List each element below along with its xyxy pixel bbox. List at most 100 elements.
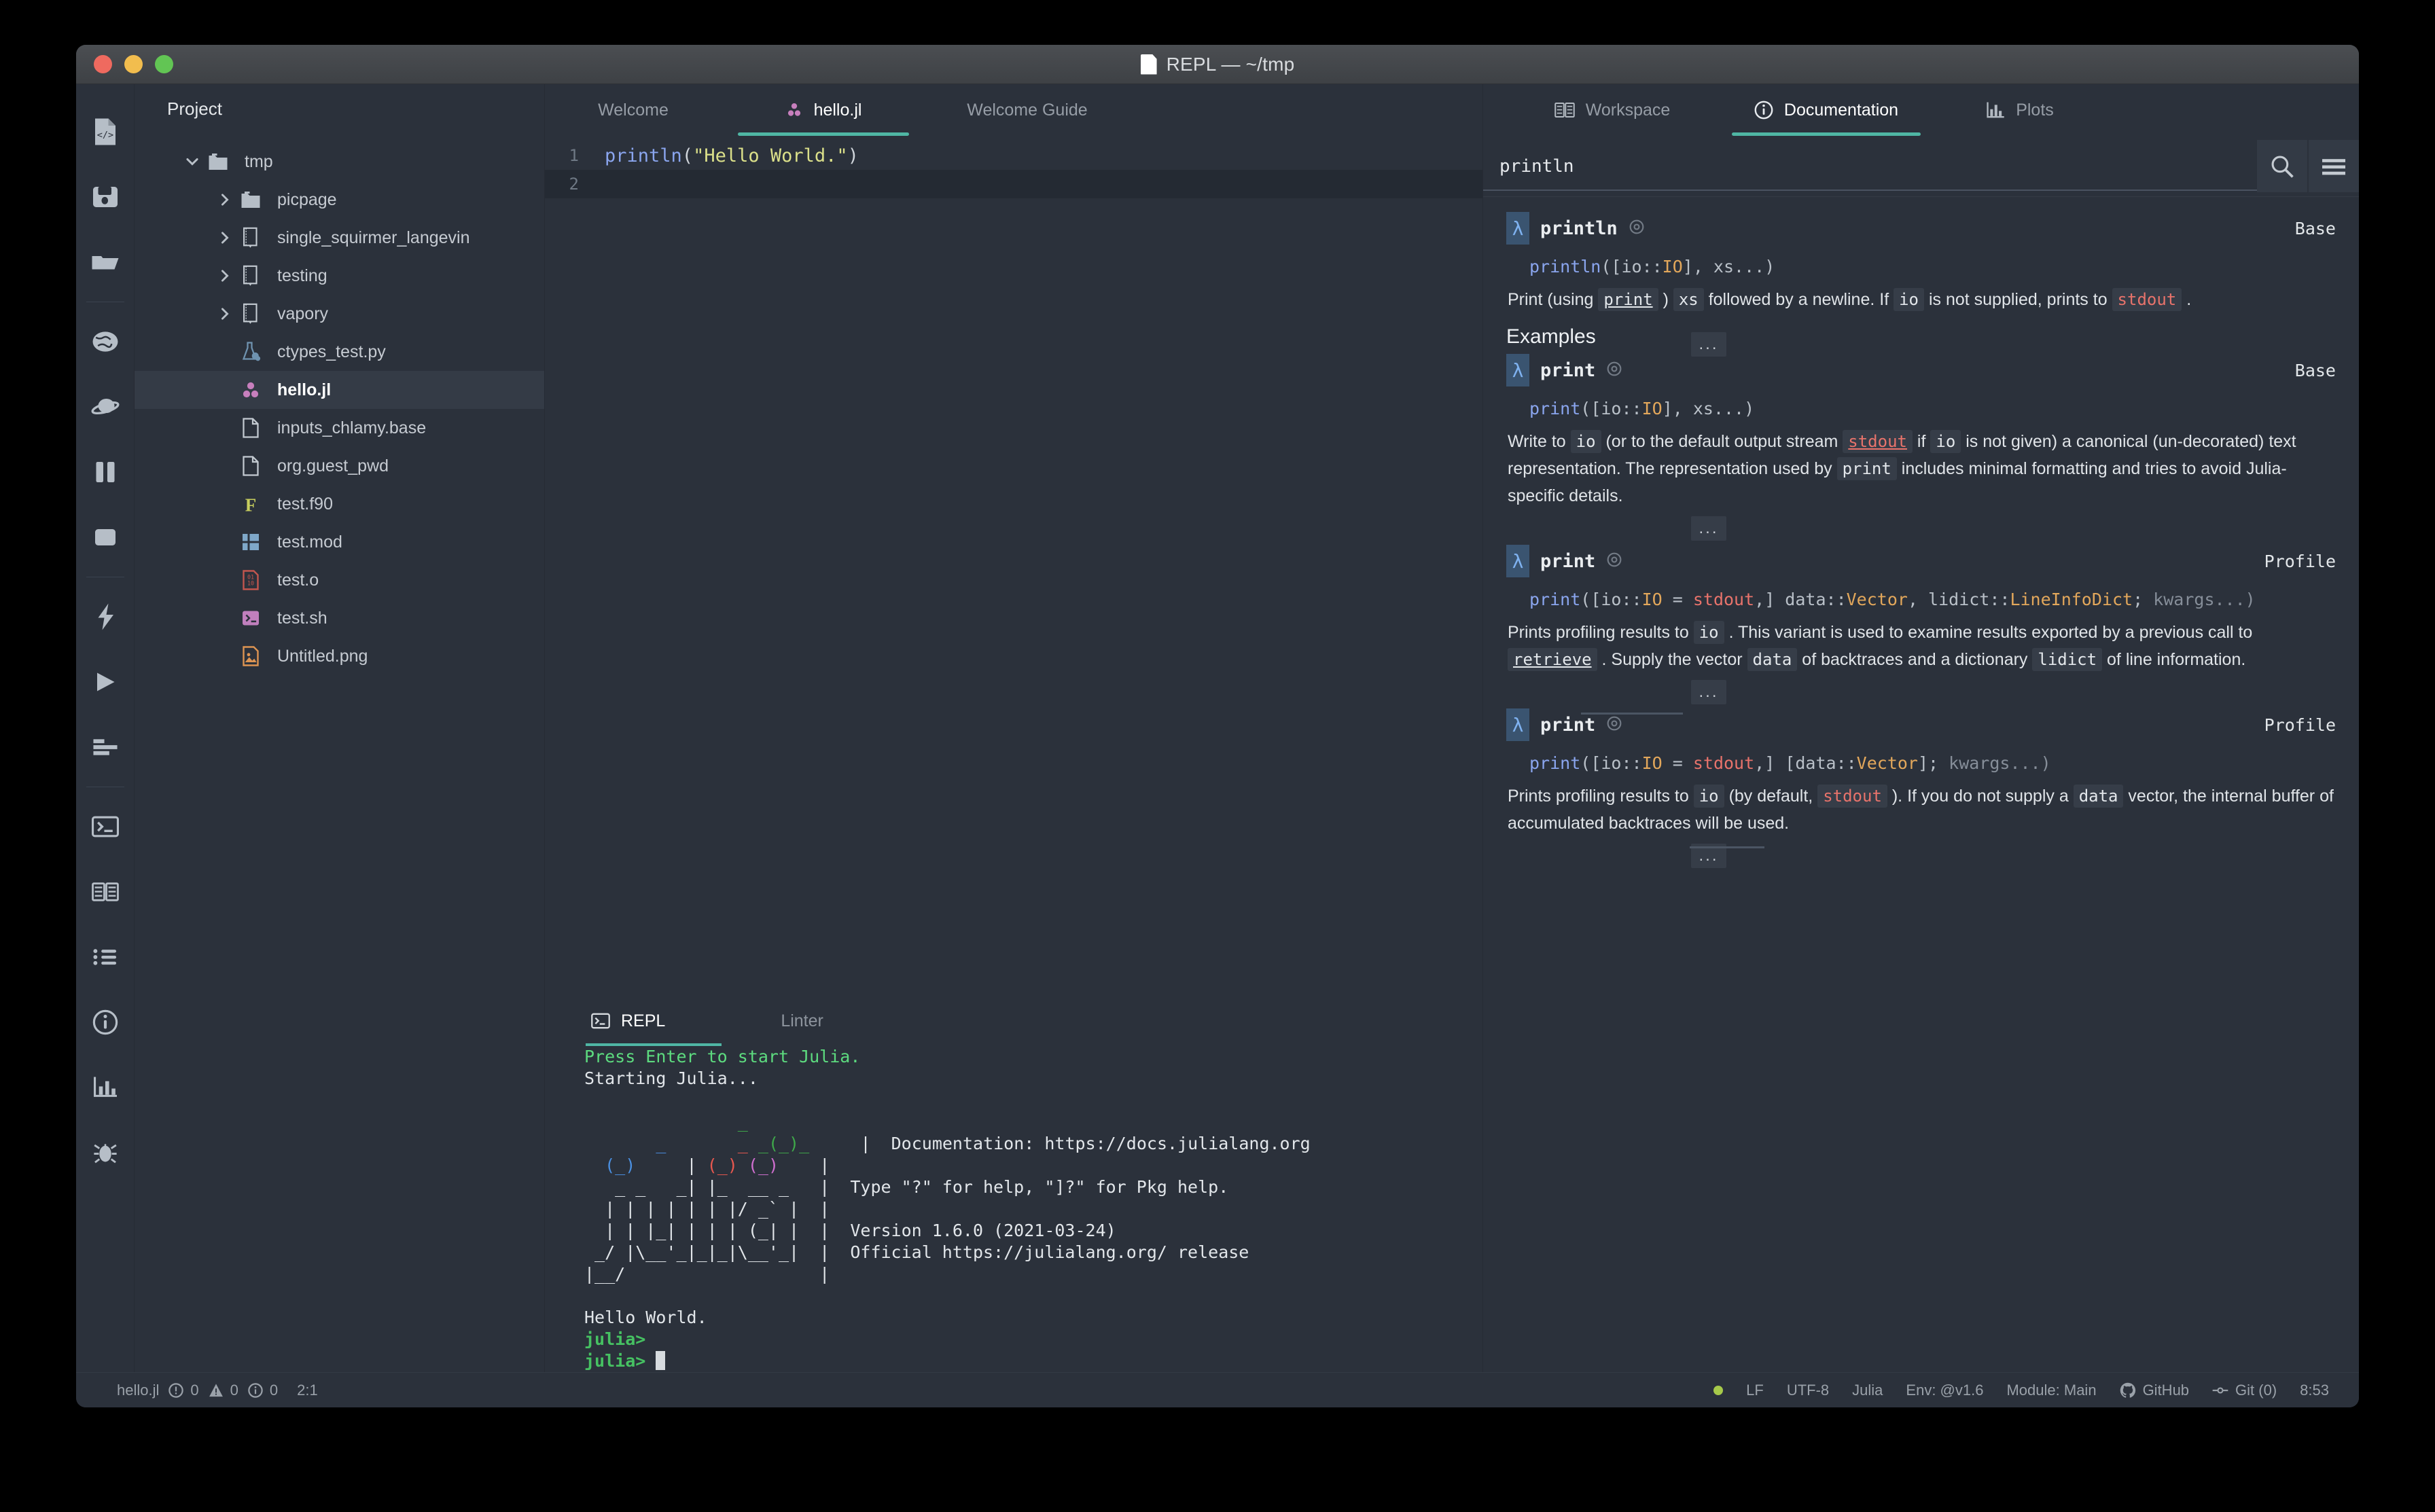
- status-line-ending[interactable]: LF: [1746, 1382, 1764, 1399]
- bug-icon[interactable]: [76, 1120, 135, 1185]
- repl-tab-label: Linter: [781, 1011, 823, 1031]
- tree-item-label: single_squirmer_langevin: [277, 228, 470, 248]
- tree-item-hello-jl[interactable]: hello.jl: [135, 371, 544, 409]
- doc-tab-workspace[interactable]: Workspace: [1510, 84, 1714, 136]
- tree-item-picpage[interactable]: picpage: [135, 181, 544, 219]
- doc-entry-signature: println([io::IO], xs...): [1506, 247, 2336, 286]
- globe-icon[interactable]: [76, 309, 135, 374]
- terminal-icon[interactable]: [76, 794, 135, 859]
- repl-output[interactable]: Press Enter to start Julia. Starting Jul…: [584, 1046, 1482, 1372]
- doc-permalink-icon[interactable]: [1606, 361, 1622, 380]
- doc-permalink-icon[interactable]: [1606, 715, 1622, 735]
- code-line: 2: [545, 170, 1482, 198]
- doc-permalink-icon[interactable]: [1629, 219, 1645, 238]
- folder-icon: [202, 150, 234, 173]
- tree-item-ctypes-test-py[interactable]: ctypes_test.py: [135, 333, 544, 371]
- binary-icon: 0110: [235, 569, 266, 592]
- doc-entry-description: Prints profiling results to io . This va…: [1506, 619, 2336, 673]
- doc-permalink-icon[interactable]: [1606, 552, 1622, 571]
- icon-rail: </>: [76, 84, 135, 1372]
- menu-icon[interactable]: [2309, 140, 2359, 192]
- tree-item-single-squirmer-langevin[interactable]: single_squirmer_langevin: [135, 219, 544, 257]
- tree-item-org-guest-pwd[interactable]: org.guest_pwd: [135, 447, 544, 485]
- repl-tab-repl[interactable]: REPL: [584, 1011, 672, 1031]
- status-time[interactable]: 8:53: [2300, 1382, 2329, 1399]
- tree-item-label: inputs_chlamy.base: [277, 418, 426, 438]
- github-icon: [2120, 1382, 2136, 1399]
- save-icon[interactable]: [76, 164, 135, 230]
- tree-item-label: hello.jl: [277, 380, 331, 400]
- editor-tab-hello-jl[interactable]: hello.jl: [722, 84, 925, 136]
- code-file-icon[interactable]: </>: [76, 99, 135, 164]
- status-env[interactable]: Env: @v1.6: [1906, 1382, 1983, 1399]
- play-icon[interactable]: [76, 649, 135, 715]
- doc-expand-button[interactable]: ...: [1691, 680, 1726, 704]
- tree-item-test-o[interactable]: 0110test.o: [135, 561, 544, 599]
- editor-empty-space[interactable]: [545, 198, 1482, 998]
- status-infos[interactable]: 0: [248, 1382, 278, 1399]
- project-title: Project: [167, 98, 222, 120]
- tree-chevron-down[interactable]: [182, 155, 202, 168]
- repl-tab-linter[interactable]: Linter: [774, 1011, 830, 1031]
- tree-item-testing[interactable]: testing: [135, 257, 544, 295]
- status-errors[interactable]: 0: [168, 1382, 198, 1399]
- repl-starting-message: Starting Julia...: [584, 1068, 758, 1088]
- status-warnings[interactable]: 0: [209, 1382, 238, 1399]
- tree-item-untitled-png[interactable]: Untitled.png: [135, 637, 544, 675]
- status-git[interactable]: Git (0): [2212, 1382, 2277, 1399]
- banner-info-line: Type "?" for help, "]?" for Pkg help.: [850, 1177, 1228, 1197]
- julia-banner: _ _ _ _(_)_ |: [584, 1112, 891, 1153]
- code-editor[interactable]: 1 println("Hello World.") 2: [545, 136, 1482, 198]
- editor-tab-welcome[interactable]: Welcome: [545, 84, 722, 136]
- info-circle-icon[interactable]: [76, 990, 135, 1055]
- search-icon[interactable]: [2257, 140, 2307, 192]
- tree-item-test-f90[interactable]: Ftest.f90: [135, 485, 544, 523]
- fortran-icon: F: [235, 492, 266, 516]
- tree-chevron-right[interactable]: [215, 307, 235, 321]
- doc-entry-header: λprintBase: [1506, 351, 2336, 389]
- doc-content[interactable]: λprintlnBaseprintln([io::IO], xs...)Prin…: [1483, 197, 2359, 1372]
- tree-item-tmp[interactable]: tmp: [135, 143, 544, 181]
- planet-icon[interactable]: [76, 374, 135, 439]
- doc-entry-module: Base: [2295, 219, 2336, 238]
- tree-item-test-mod[interactable]: test.mod: [135, 523, 544, 561]
- bullet-list-icon[interactable]: [76, 924, 135, 990]
- tree-chevron-right[interactable]: [215, 231, 235, 245]
- image-icon: [235, 645, 266, 668]
- status-github[interactable]: GitHub: [2120, 1382, 2189, 1399]
- lambda-icon: λ: [1506, 212, 1529, 245]
- doc-expand-button[interactable]: ...: [1691, 516, 1726, 541]
- git-branch-icon: [2212, 1384, 2228, 1397]
- editor-tab-welcome-guide[interactable]: Welcome Guide: [925, 84, 1129, 136]
- align-list-icon[interactable]: [76, 715, 135, 780]
- project-panel: Project tmppicpage single_squirmer_langev…: [135, 84, 545, 1372]
- book-icon[interactable]: [76, 859, 135, 924]
- tree-item-inputs-chlamy-base[interactable]: inputs_chlamy.base: [135, 409, 544, 447]
- open-folder-icon[interactable]: [76, 230, 135, 295]
- doc-tab-plots[interactable]: Plots: [1938, 84, 2101, 136]
- repl-prompt: julia>: [584, 1329, 645, 1349]
- pause-icon[interactable]: [76, 439, 135, 505]
- doc-search-input[interactable]: println: [1483, 143, 2257, 191]
- status-language[interactable]: Julia: [1852, 1382, 1883, 1399]
- stop-icon[interactable]: [76, 505, 135, 570]
- lightning-icon[interactable]: [76, 584, 135, 649]
- tree-chevron-right[interactable]: [215, 269, 235, 283]
- tree-chevron-right[interactable]: [215, 193, 235, 206]
- tree-item-test-sh[interactable]: test.sh: [135, 599, 544, 637]
- banner-info-line: Documentation: https://docs.julialang.or…: [891, 1134, 1311, 1153]
- bar-chart-icon[interactable]: [76, 1055, 135, 1120]
- status-module[interactable]: Module: Main: [2006, 1382, 2096, 1399]
- close-button[interactable]: [94, 55, 112, 73]
- doc-tab-documentation[interactable]: Documentation: [1714, 84, 1938, 136]
- doc-entry-module: Profile: [2264, 715, 2336, 735]
- title-bar: REPL — ~/tmp: [76, 45, 2359, 84]
- tree-item-vapory[interactable]: vapory: [135, 295, 544, 333]
- status-file[interactable]: hello.jl: [117, 1382, 159, 1399]
- status-cursor-position[interactable]: 2:1: [297, 1382, 318, 1399]
- repl-tab-bar: REPL Linter: [545, 998, 1482, 1043]
- status-encoding[interactable]: UTF-8: [1787, 1382, 1829, 1399]
- minimize-button[interactable]: [124, 55, 143, 73]
- blank-file-icon: [235, 416, 266, 439]
- maximize-button[interactable]: [155, 55, 173, 73]
